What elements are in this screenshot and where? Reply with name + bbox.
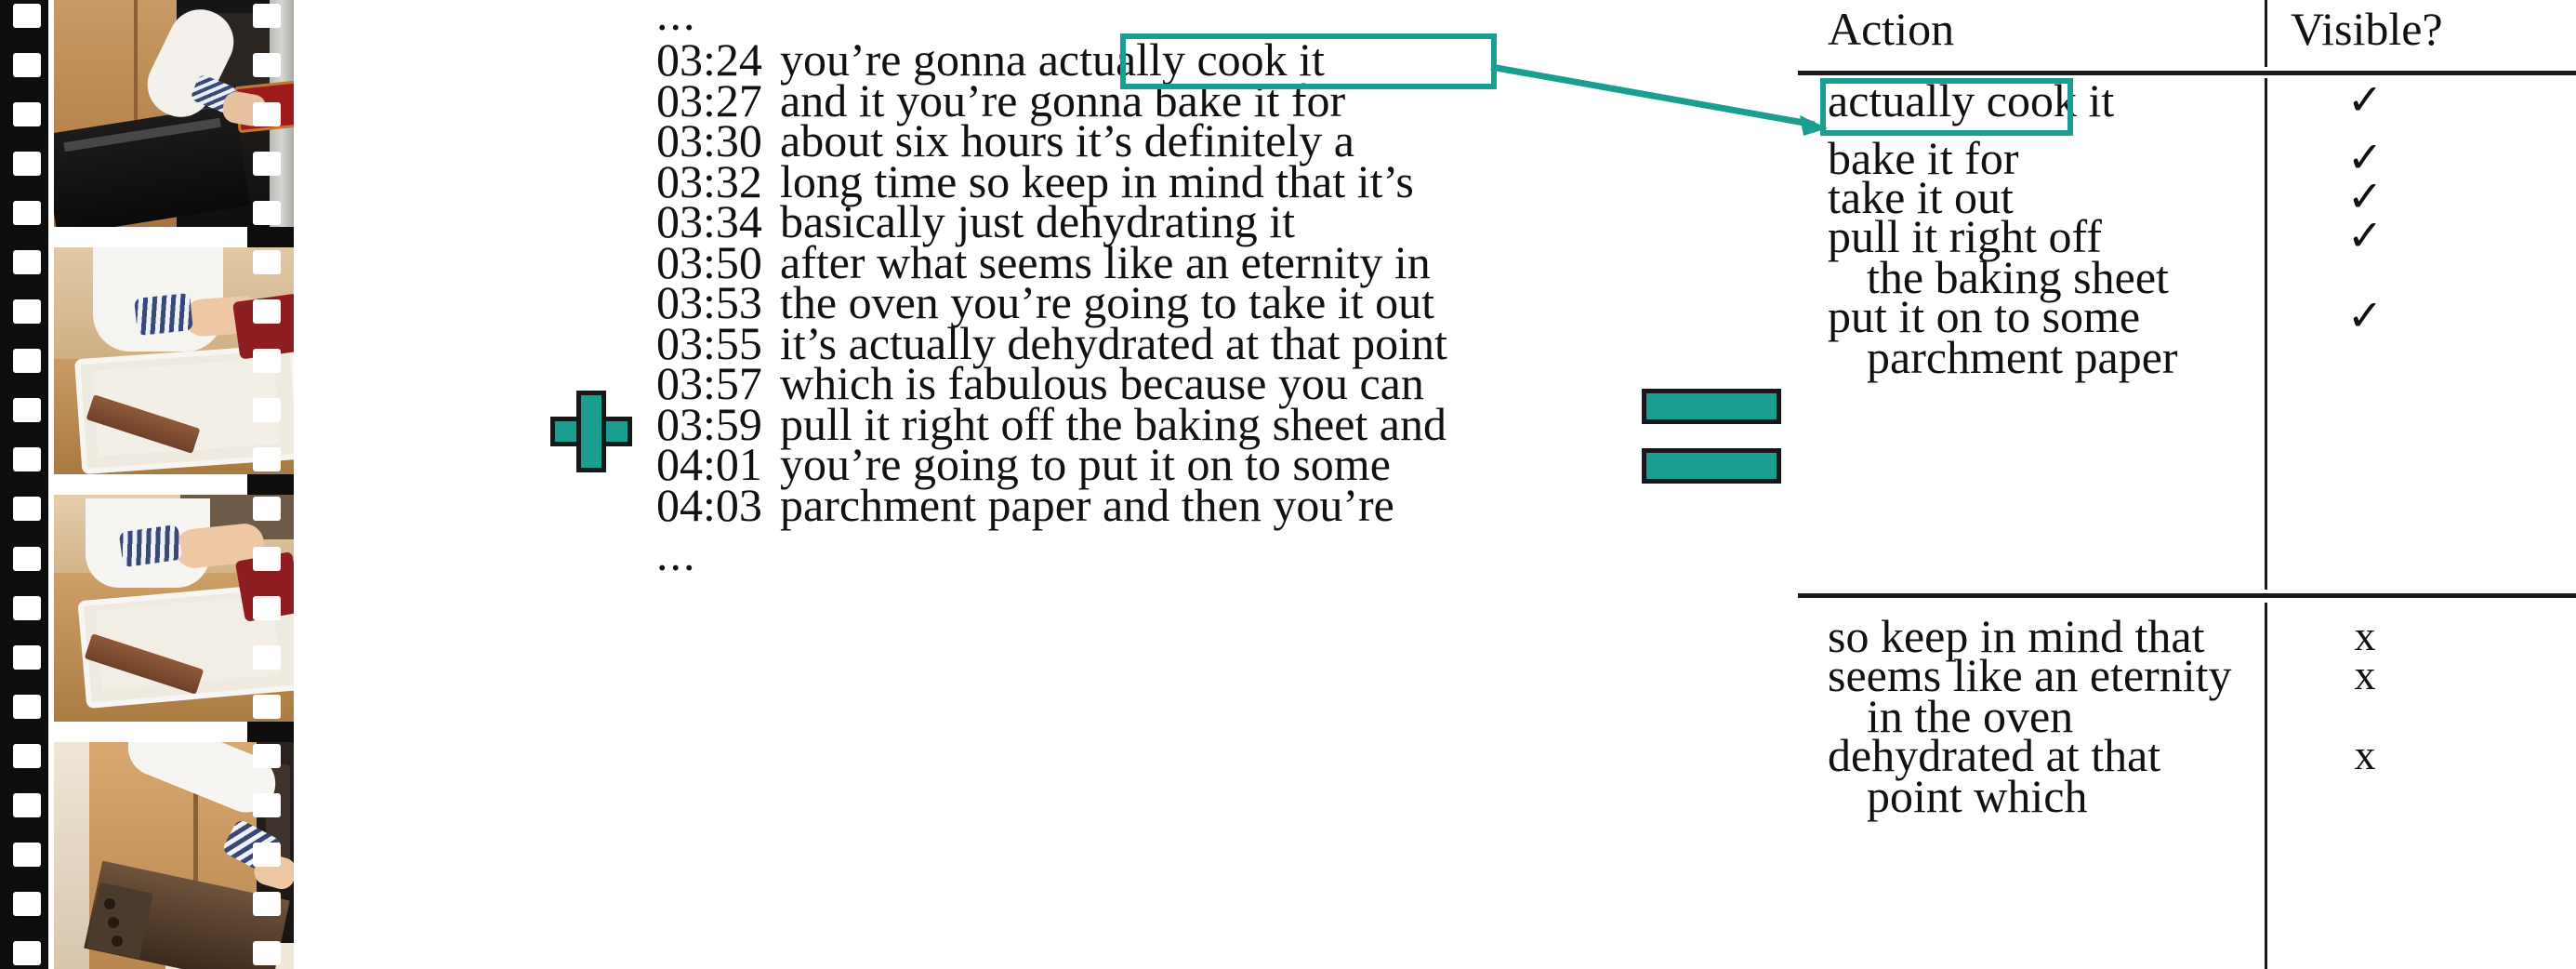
sprocket-hole [13,201,41,226]
sprocket-hole [253,299,281,325]
table-cell-action: put it on to some parchment paper [1828,293,2255,383]
table-cell-action: seems like an eternity in the oven [1828,652,2255,739]
table-cell-visible: ✓ [2346,76,2384,124]
sprocket-hole [13,940,41,965]
transcript-trailing-ellipsis: ... [656,528,697,580]
sprocket-hole [253,891,281,916]
table-cell-visible: x [2354,731,2376,778]
sprocket-hole [253,53,281,78]
sprocket-hole [13,546,41,571]
sprocket-hole [253,4,281,28]
sprocket-hole [253,743,281,768]
table-row[interactable]: put it on to some parchment paper ✓ [1798,292,2576,383]
sprocket-hole [253,940,281,965]
table-row[interactable]: seems like an eternity in the oven x [1798,651,2576,739]
sprocket-hole [13,447,41,472]
sprocket-hole [13,891,41,916]
equals-icon-top-bar [1642,389,1781,424]
table-cell-action: dehydrated at that point which [1828,732,2255,822]
table-cell-action: pull it right off the baking sheet [1828,213,2255,300]
sprocket-hole [253,447,281,472]
sprocket-hole [13,497,41,522]
sprocket-hole [13,842,41,867]
sprocket-hole [253,792,281,817]
filmstrip-sprocket-rail-left [0,0,54,969]
sprocket-hole [253,398,281,423]
table-cell-visible: ✓ [2346,292,2384,339]
plus-icon-center-patch [581,421,601,442]
sprocket-hole [13,250,41,275]
sprocket-hole [13,644,41,670]
table-header-row: Action Visible? [1798,0,2576,73]
sprocket-hole [253,152,281,177]
table-cell-action-line2: point which [1867,770,2088,822]
sprocket-hole [13,349,41,374]
sprocket-hole [13,102,41,127]
equals-icon [1642,381,1781,498]
sprocket-hole [253,102,281,127]
table-cell-action: actually cook it [1828,74,2115,126]
action-table: Action Visible? actually cook it ✓ bake … [1798,0,2576,969]
transcript-text: parchment paper and then you’re [780,478,1394,531]
plus-icon [550,391,632,472]
equals-icon-bottom-bar [1642,448,1781,484]
sprocket-hole [13,595,41,620]
sprocket-hole [253,497,281,522]
sprocket-hole [13,694,41,719]
sprocket-hole [13,4,41,28]
sprocket-hole [13,299,41,325]
column-header-visible: Visible? [2291,3,2443,55]
sprocket-hole [13,398,41,423]
transcript-line: 04:03 parchment paper and then you’re [656,478,1595,531]
filmstrip [0,0,294,969]
column-header-action: Action [1828,3,1955,55]
table-row[interactable]: dehydrated at that point which x [1798,731,2576,822]
sprocket-hole [253,546,281,571]
sprocket-hole [253,250,281,275]
table-row[interactable]: actually cook it ✓ [1798,74,2576,134]
transcript-panel: ... 03:24 you’re gonna actually cook it 0… [656,0,1595,969]
filmstrip-sprocket-rail-right [240,0,294,969]
sprocket-hole [13,152,41,177]
sprocket-hole [253,201,281,226]
table-cell-visible: ✓ [2346,212,2384,259]
transcript-timestamp: 04:03 [656,478,762,531]
sprocket-hole [13,53,41,78]
sprocket-hole [253,644,281,670]
sprocket-hole [253,349,281,374]
table-rule-middle [1798,593,2576,598]
sprocket-hole [253,842,281,867]
table-column-divider [2265,0,2267,67]
sprocket-hole [13,792,41,817]
table-cell-visible: x [2354,651,2376,698]
table-row[interactable]: pull it right off the baking sheet ✓ [1798,212,2576,300]
sprocket-hole [253,595,281,620]
sprocket-hole [253,694,281,719]
table-cell-action-line2: parchment paper [1867,331,2178,383]
sprocket-hole [13,743,41,768]
